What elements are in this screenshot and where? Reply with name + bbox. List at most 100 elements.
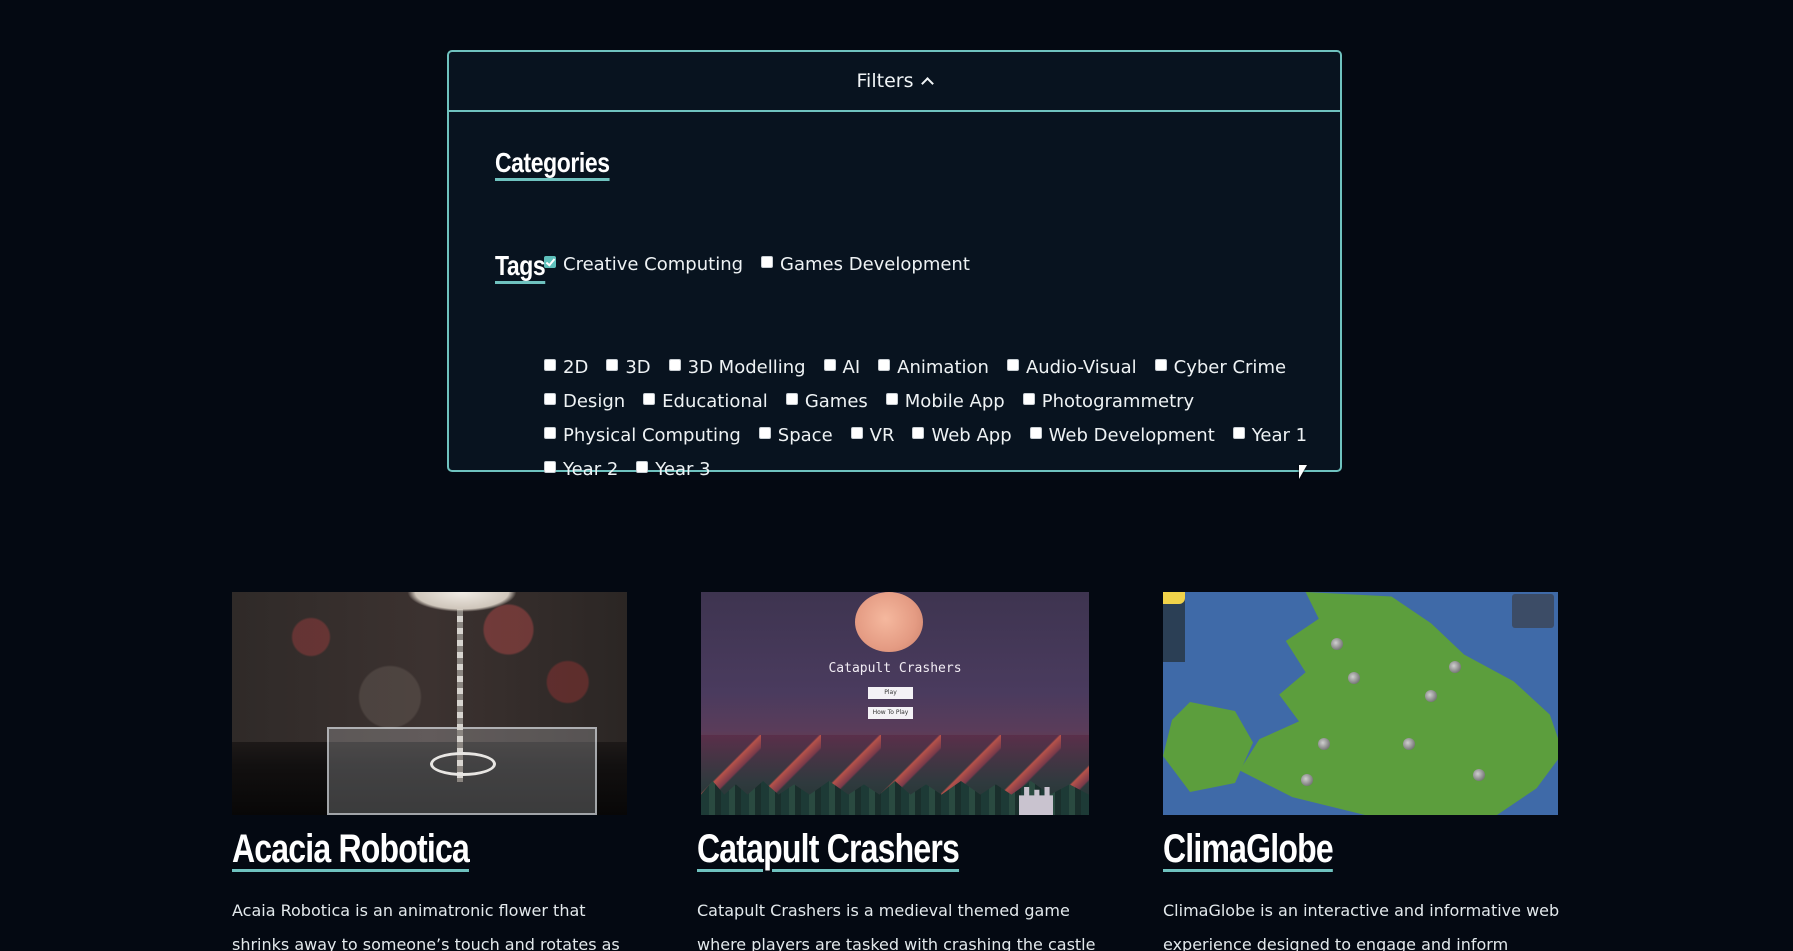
moon-icon <box>855 592 923 652</box>
checkbox-label: Cyber Crime <box>1173 357 1287 378</box>
tag-2d[interactable]: 2D <box>544 357 588 378</box>
checkbox-unchecked[interactable] <box>1232 426 1245 439</box>
tag-cyber-crime[interactable]: Cyber Crime <box>1154 357 1287 378</box>
tag-web-development[interactable]: Web Development <box>1029 425 1215 446</box>
tag-games[interactable]: Games <box>785 391 868 412</box>
projects-page: Filters Categories Creative Computing Ga… <box>0 0 1793 951</box>
tag-design[interactable]: Design <box>544 391 625 412</box>
thumbnail-ring <box>430 752 496 776</box>
checkbox-label: Creative Computing <box>563 254 744 275</box>
checkbox-unchecked[interactable] <box>544 426 556 439</box>
checkbox-unchecked[interactable] <box>878 358 891 371</box>
thumbnail-play-button: Play <box>868 687 913 699</box>
map-marker-icon <box>1348 672 1360 684</box>
tag-3d[interactable]: 3D <box>606 357 651 378</box>
filters-toggle-label: Filters <box>856 70 914 92</box>
project-title-link[interactable]: Acacia Robotica <box>232 827 548 872</box>
checkbox-unchecked[interactable] <box>636 460 649 473</box>
checkbox-unchecked[interactable] <box>1022 392 1035 405</box>
catapult-game-image[interactable]: Catapult Crashers Play How To Play <box>701 592 1089 815</box>
tag-vr[interactable]: VR <box>850 425 895 446</box>
checkbox-unchecked[interactable] <box>643 392 656 405</box>
tag-audio-visual[interactable]: Audio-Visual <box>1006 357 1137 378</box>
checkbox-checked[interactable] <box>544 255 556 268</box>
checkbox-label: Year 2 <box>563 459 619 480</box>
checkbox-unchecked[interactable] <box>1006 358 1019 371</box>
tag-mobile-app[interactable]: Mobile App <box>885 391 1005 412</box>
map-marker-icon <box>1318 738 1330 750</box>
tag-ai[interactable]: AI <box>823 357 860 378</box>
categories-checkbox-group: Creative Computing Games Development <box>544 254 988 275</box>
mouse-cursor-icon <box>1299 465 1307 479</box>
checkbox-label: Physical Computing <box>563 425 741 446</box>
tag-educational[interactable]: Educational <box>643 391 768 412</box>
checkbox-label: Year 3 <box>655 459 711 480</box>
project-description: Acaia Robotica is an animatronic flower … <box>232 901 620 951</box>
checkbox-unchecked[interactable] <box>785 392 798 405</box>
checkbox-label: Mobile App <box>904 391 1005 412</box>
checkbox-unchecked[interactable] <box>885 392 898 405</box>
checkbox-label: Games <box>804 391 868 412</box>
robotic-flower-image[interactable] <box>232 592 627 815</box>
map-marker-icon <box>1301 774 1313 786</box>
tag-year-1[interactable]: Year 1 <box>1232 425 1308 446</box>
filters-toggle-button[interactable]: Filters <box>449 52 1340 112</box>
map-marker-icon <box>1425 690 1437 702</box>
checkbox-unchecked[interactable] <box>668 358 681 371</box>
category-creative-computing[interactable]: Creative Computing <box>544 254 743 275</box>
map-marker-icon <box>1449 661 1461 673</box>
tags-row: 2D 3D 3D Modelling AI Animation Audio-Vi… <box>544 357 1304 378</box>
checkbox-label: Educational <box>662 391 768 412</box>
checkbox-unchecked[interactable] <box>761 255 774 268</box>
tag-photogrammetry[interactable]: Photogrammetry <box>1022 391 1195 412</box>
checkbox-label: VR <box>869 425 895 446</box>
checkbox-unchecked[interactable] <box>606 358 619 371</box>
checkbox-label: Space <box>777 425 833 446</box>
uk-map-image[interactable] <box>1163 592 1558 815</box>
checkbox-unchecked[interactable] <box>823 358 836 371</box>
checkbox-unchecked[interactable] <box>912 426 925 439</box>
map-marker-icon <box>1331 638 1343 650</box>
checkbox-unchecked[interactable] <box>758 426 771 439</box>
checkbox-unchecked[interactable] <box>544 392 556 405</box>
map-marker-icon <box>1403 738 1415 750</box>
checkbox-unchecked[interactable] <box>1029 426 1042 439</box>
thumbnail-game-title: Catapult Crashers <box>828 661 962 676</box>
project-card[interactable]: Catapult Crashers Play How To Play Catap… <box>697 592 1095 951</box>
checkbox-label: 3D <box>625 357 651 378</box>
checkbox-label: Photogrammetry <box>1041 391 1195 412</box>
project-description: Catapult Crashers is a medieval themed g… <box>697 901 1096 951</box>
checkbox-unchecked[interactable] <box>544 460 556 473</box>
tag-year-2[interactable]: Year 2 <box>544 459 618 480</box>
thumbnail-wall <box>232 592 627 742</box>
tags-row: Physical Computing Space VR Web App Web … <box>544 425 1325 446</box>
tags-row: Year 2 Year 3 <box>544 459 729 480</box>
tag-space[interactable]: Space <box>758 425 833 446</box>
checkbox-unchecked[interactable] <box>544 358 556 371</box>
tag-year-3[interactable]: Year 3 <box>636 459 711 480</box>
checkbox-label: 3D Modelling <box>687 357 806 378</box>
checkbox-label: Web App <box>931 425 1012 446</box>
tag-web-app[interactable]: Web App <box>912 425 1012 446</box>
thumbnail-map-legend <box>1512 594 1554 628</box>
tag-animation[interactable]: Animation <box>878 357 989 378</box>
checkbox-unchecked[interactable] <box>1154 358 1167 371</box>
filters-panel: Filters Categories Creative Computing Ga… <box>447 50 1342 480</box>
thumbnail-logo-icon <box>1163 592 1185 604</box>
checkbox-label: Year 1 <box>1251 425 1308 446</box>
tag-3d-modelling[interactable]: 3D Modelling <box>668 357 806 378</box>
project-description: ClimaGlobe is an interactive and informa… <box>1163 901 1560 951</box>
checkbox-label: Design <box>563 391 626 412</box>
categories-heading: Categories <box>495 147 610 178</box>
checkbox-label: Web Development <box>1048 425 1215 446</box>
tags-heading: Tags <box>495 250 546 281</box>
project-card[interactable]: Acacia Robotica Acaia Robotica is an ani… <box>232 592 627 951</box>
tag-physical-computing[interactable]: Physical Computing <box>544 425 741 446</box>
category-games-development[interactable]: Games Development <box>761 254 970 275</box>
project-title-link[interactable]: Catapult Crashers <box>697 827 1013 872</box>
chevron-up-icon <box>921 76 935 90</box>
project-card[interactable]: ClimaGlobe ClimaGlobe is an interactive … <box>1163 592 1559 951</box>
project-title-link[interactable]: ClimaGlobe <box>1163 827 1479 872</box>
map-marker-icon <box>1473 769 1485 781</box>
checkbox-unchecked[interactable] <box>850 426 863 439</box>
